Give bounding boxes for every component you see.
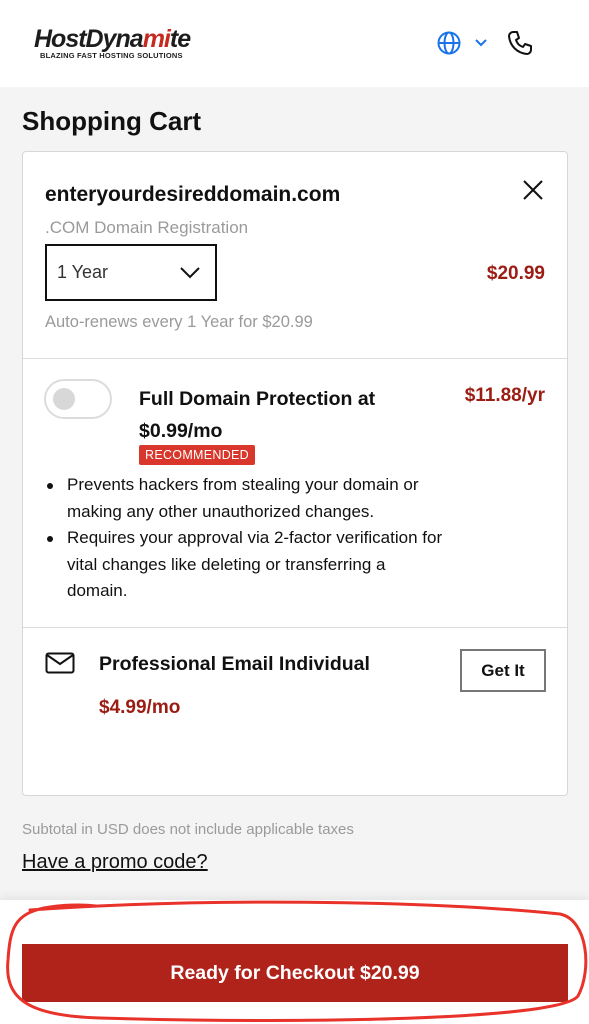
promo-code-link[interactable]: Have a promo code? <box>22 851 208 874</box>
globe-icon <box>437 31 461 55</box>
site-header: HostDynamite BLAZING FAST HOSTING SOLUTI… <box>0 0 589 87</box>
email-offer-title: Professional Email Individual <box>99 653 370 675</box>
term-select[interactable]: 1 Year <box>45 244 217 301</box>
remove-item-button[interactable] <box>521 178 545 202</box>
phone-button[interactable] <box>505 28 535 58</box>
tax-note: Subtotal in USD does not include applica… <box>22 821 354 838</box>
domain-price: $20.99 <box>486 263 545 284</box>
phone-icon <box>508 31 532 55</box>
term-select-value: 1 Year <box>57 262 109 282</box>
protection-title: Full Domain Protection at $0.99/mo <box>139 388 376 442</box>
divider <box>23 627 567 628</box>
toggle-knob <box>53 388 75 410</box>
language-selector[interactable] <box>436 28 492 58</box>
get-it-button[interactable]: Get It <box>460 649 546 692</box>
mail-icon <box>45 652 75 674</box>
protection-benefits-list: Prevents hackers from stealing your doma… <box>45 472 445 605</box>
page-title: Shopping Cart <box>22 106 202 136</box>
logo-tagline: BLAZING FAST HOSTING SOLUTIONS <box>40 51 183 60</box>
chevron-down-icon <box>475 39 487 47</box>
divider <box>23 358 567 359</box>
hostdynamite-logo[interactable]: HostDynamite BLAZING FAST HOSTING SOLUTI… <box>34 25 191 60</box>
autorenew-note: Auto-renews every 1 Year for $20.99 <box>45 313 313 331</box>
domain-name: enteryourdesireddomain.com <box>45 183 341 206</box>
logo-wordmark: HostDynamite <box>34 25 191 53</box>
cart-card: enteryourdesireddomain.com .COM Domain R… <box>22 151 568 796</box>
checkout-button[interactable]: Ready for Checkout $20.99 <box>22 944 568 1002</box>
checkout-footer: Ready for Checkout $20.99 <box>0 900 589 1024</box>
recommended-badge: RECOMMENDED <box>139 445 255 465</box>
list-item: Prevents hackers from stealing your doma… <box>45 472 445 525</box>
chevron-down-icon <box>180 267 200 279</box>
domain-protection-toggle[interactable] <box>44 379 112 419</box>
protection-price: $11.88/yr <box>464 385 545 406</box>
email-offer-price: $4.99/mo <box>99 697 181 718</box>
close-icon <box>523 180 543 200</box>
list-item: Requires your approval via 2-factor veri… <box>45 525 445 605</box>
domain-subtitle: .COM Domain Registration <box>45 218 249 237</box>
